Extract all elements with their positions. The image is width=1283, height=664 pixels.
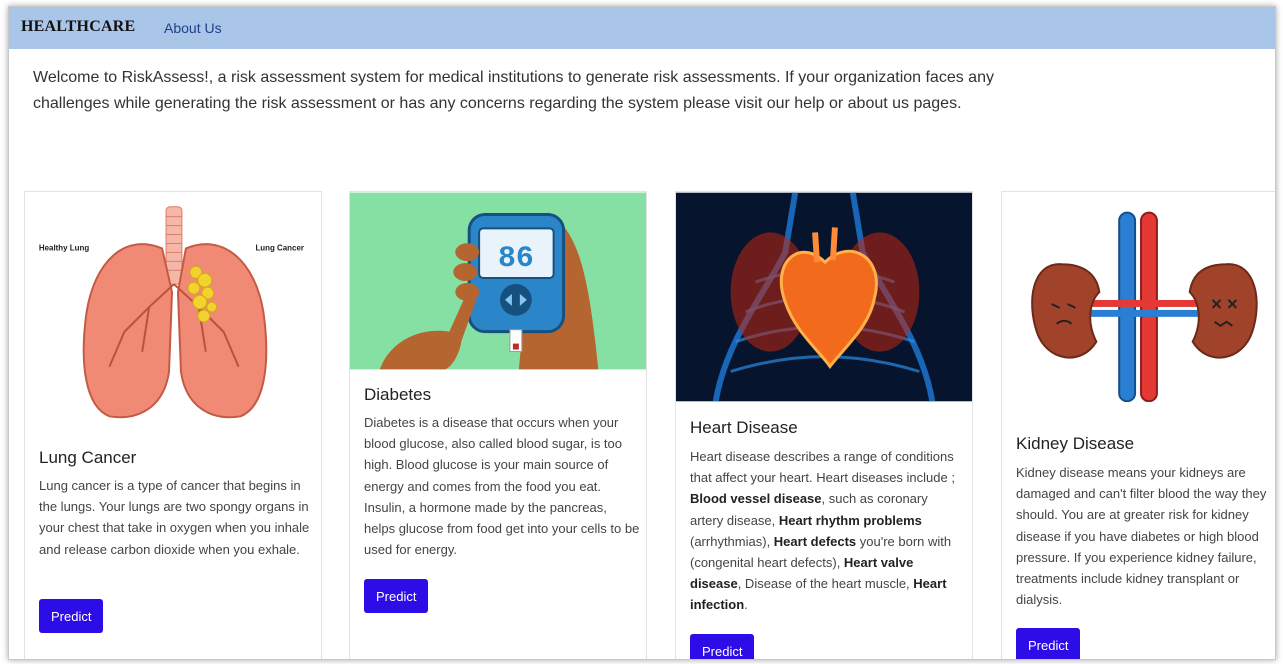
predict-button-diabetes[interactable]: Predict <box>364 579 429 613</box>
navbar: HEALTHCARE About Us <box>9 7 1275 49</box>
nav-link-about-us[interactable]: About Us <box>164 20 222 36</box>
card-kidney-disease: Kidney Disease Kidney disease means your… <box>1001 191 1275 659</box>
card-diabetes: 86 Diabetes Diabetes is a disease that o… <box>349 191 647 659</box>
desc-text: Heart disease describes a range of condi… <box>690 449 955 486</box>
heart-illustration <box>676 192 972 402</box>
desc-bold: Blood vessel disease <box>690 491 822 507</box>
lungs-illustration: Healthy Lung Lung Cancer <box>25 192 321 432</box>
desc-text: , Disease of the heart muscle, <box>737 576 914 592</box>
card-description: Lung cancer is a type of cancer that beg… <box>39 478 310 557</box>
predict-button-heart-disease[interactable]: Predict <box>690 634 755 659</box>
card-lung-cancer: Healthy Lung Lung Cancer Lung Cancer Lun… <box>24 191 322 659</box>
kidney-illustration <box>1002 192 1275 402</box>
desc-bold: Heart defects <box>773 533 857 549</box>
predict-button-lung-cancer[interactable]: Predict <box>39 599 104 633</box>
card-title: Kidney Disease <box>1016 434 1135 453</box>
card-heart-disease: Heart Disease Heart disease describes a … <box>675 191 973 659</box>
meter-reading: 86 <box>498 241 534 275</box>
card-description: Kidney disease means your kidneys are da… <box>1016 465 1267 608</box>
card-title: Lung Cancer <box>39 448 137 467</box>
card-title: Diabetes <box>364 385 432 404</box>
lung-cancer-label: Lung Cancer <box>255 243 304 252</box>
card-description-heart: Heart disease describes a range of condi… <box>690 446 960 616</box>
desc-bold: Heart rhythm problems <box>778 512 922 528</box>
desc-text: (arrhythmias), <box>690 533 774 549</box>
page-frame: HEALTHCARE About Us Welcome to RiskAsses… <box>8 6 1276 660</box>
predict-button-kidney-disease[interactable]: Predict <box>1016 628 1081 659</box>
card-description: Diabetes is a disease that occurs when y… <box>364 415 640 558</box>
healthy-lung-label: Healthy Lung <box>39 243 89 252</box>
brand-logo[interactable]: HEALTHCARE <box>21 18 135 36</box>
glucose-meter-illustration: 86 <box>350 192 646 370</box>
desc-text: . <box>744 597 748 613</box>
welcome-message: Welcome to RiskAssess!, a risk assessmen… <box>33 69 994 112</box>
card-title: Heart Disease <box>690 418 798 437</box>
